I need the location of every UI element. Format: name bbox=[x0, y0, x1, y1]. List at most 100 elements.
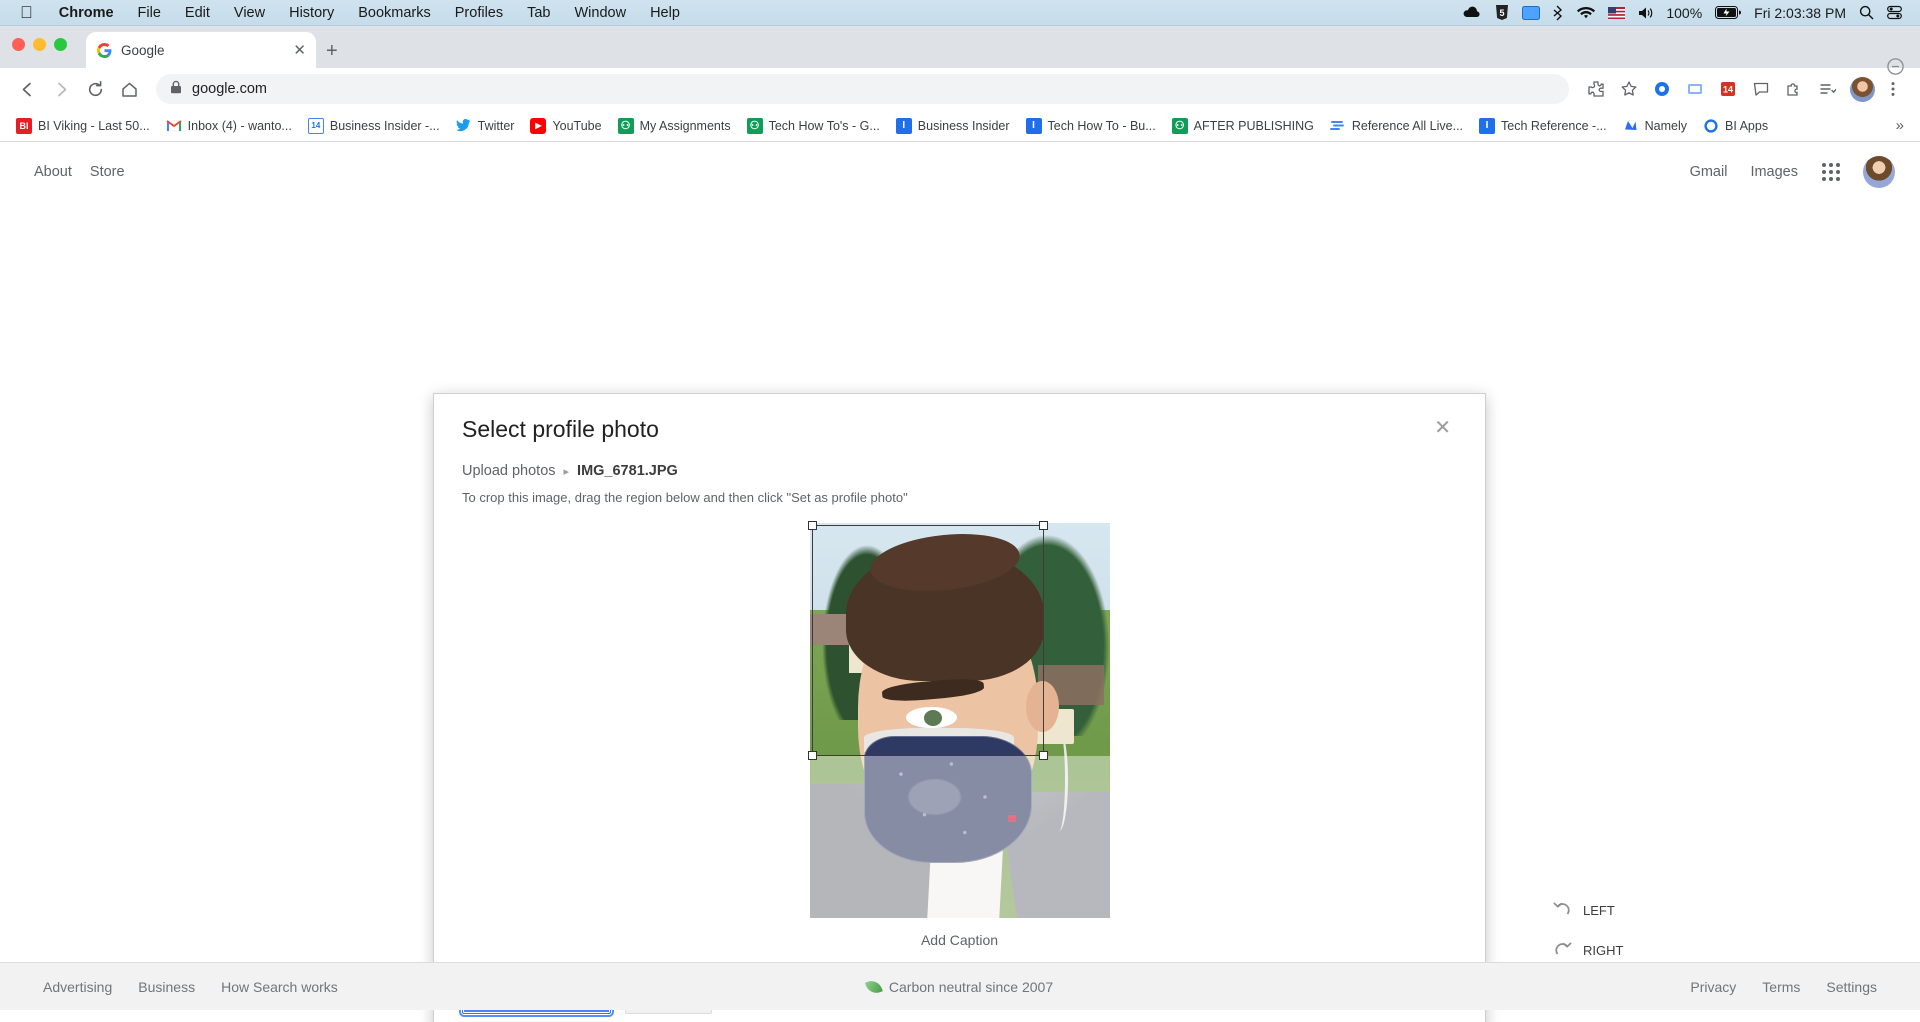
display-icon[interactable] bbox=[1522, 6, 1540, 20]
bookmark-business-insider-cal[interactable]: 14 Business Insider -... bbox=[300, 114, 448, 138]
select-profile-photo-dialog: Select profile photo ✕ Upload photos ▸ I… bbox=[433, 393, 1486, 1022]
reading-list-icon[interactable] bbox=[1812, 74, 1842, 104]
youtube-favicon: ▶ bbox=[530, 118, 546, 134]
menu-item-profiles[interactable]: Profiles bbox=[443, 5, 515, 21]
back-arrow-icon[interactable] bbox=[12, 74, 42, 104]
cloud-icon[interactable] bbox=[1462, 6, 1482, 20]
namely-favicon bbox=[1623, 118, 1639, 134]
bookmark-label: Reference All Live... bbox=[1352, 119, 1463, 133]
wifi-icon[interactable] bbox=[1577, 6, 1595, 20]
browser-tab-google[interactable]: Google ✕ bbox=[86, 32, 316, 68]
maximize-window-button[interactable] bbox=[54, 38, 67, 51]
footer-link-business[interactable]: Business bbox=[125, 979, 208, 995]
star-bookmark-icon[interactable] bbox=[1614, 74, 1644, 104]
address-bar[interactable]: google.com bbox=[156, 74, 1569, 104]
footer-link-terms[interactable]: Terms bbox=[1749, 979, 1813, 995]
calendar-favicon: 14 bbox=[308, 118, 324, 134]
forward-arrow-icon[interactable] bbox=[46, 74, 76, 104]
html5-icon[interactable]: 5 bbox=[1495, 5, 1509, 21]
bookmark-youtube[interactable]: ▶ YouTube bbox=[522, 114, 609, 138]
apple-icon[interactable]:  bbox=[20, 4, 33, 21]
crop-handle-top-right[interactable] bbox=[1039, 521, 1048, 530]
footer-link-how-search-works[interactable]: How Search works bbox=[208, 979, 351, 995]
close-icon[interactable]: ✕ bbox=[1428, 416, 1457, 440]
menu-item-edit[interactable]: Edit bbox=[173, 5, 222, 21]
bookmark-namely[interactable]: Namely bbox=[1615, 114, 1695, 138]
menu-item-bookmarks[interactable]: Bookmarks bbox=[346, 5, 443, 21]
chat-icon[interactable] bbox=[1746, 74, 1776, 104]
google-footer: Advertising Business How Search works Ca… bbox=[0, 962, 1920, 1010]
close-icon[interactable]: ✕ bbox=[293, 41, 306, 59]
add-caption-button[interactable]: Add Caption bbox=[462, 918, 1457, 966]
crop-handle-bottom-left[interactable] bbox=[808, 751, 817, 760]
screenshot-icon[interactable] bbox=[1680, 74, 1710, 104]
bookmark-reference-all-live[interactable]: Reference All Live... bbox=[1322, 114, 1471, 138]
tab-title: Google bbox=[121, 43, 284, 58]
reload-icon[interactable] bbox=[80, 74, 110, 104]
menu-item-file[interactable]: File bbox=[126, 5, 173, 21]
crop-handle-top-left[interactable] bbox=[808, 521, 817, 530]
bookmark-bi-apps[interactable]: BI Apps bbox=[1695, 114, 1776, 138]
photo-container bbox=[810, 523, 1110, 918]
bookmark-inbox[interactable]: Inbox (4) - wanto... bbox=[158, 114, 300, 138]
address-bar-url: google.com bbox=[192, 81, 267, 97]
battery-icon[interactable] bbox=[1715, 6, 1741, 19]
menu-item-help[interactable]: Help bbox=[638, 5, 692, 21]
page-title: Select profile photo bbox=[462, 416, 659, 443]
rotate-left-label: LEFT bbox=[1583, 903, 1615, 918]
search-lens-icon[interactable] bbox=[1647, 74, 1677, 104]
puzzle-icon[interactable] bbox=[1779, 74, 1809, 104]
reference-favicon bbox=[1330, 118, 1346, 134]
bookmark-label: Inbox (4) - wanto... bbox=[188, 119, 292, 133]
window-menu-icon[interactable] bbox=[1887, 58, 1904, 79]
bookmark-twitter[interactable]: Twitter bbox=[448, 114, 523, 138]
minimize-window-button[interactable] bbox=[33, 38, 46, 51]
footer-right-links: Privacy Terms Settings bbox=[1677, 979, 1890, 995]
profile-avatar[interactable] bbox=[1850, 77, 1875, 102]
bookmark-tech-reference[interactable]: I Tech Reference -... bbox=[1471, 114, 1615, 138]
bluetooth-icon[interactable] bbox=[1553, 5, 1564, 21]
flag-icon[interactable] bbox=[1608, 7, 1625, 19]
bookmark-tech-how-to-bu[interactable]: I Tech How To - Bu... bbox=[1018, 114, 1164, 138]
spotlight-search-icon[interactable] bbox=[1859, 5, 1874, 20]
tab-strip: Google ✕ + bbox=[0, 26, 1920, 68]
bookmark-label: BI Viking - Last 50... bbox=[38, 119, 150, 133]
breadcrumb-upload-photos[interactable]: Upload photos bbox=[462, 463, 556, 479]
bookmark-business-insider[interactable]: I Business Insider bbox=[888, 114, 1018, 138]
rotate-right-button[interactable]: RIGHT bbox=[1553, 941, 1623, 960]
biapps-favicon bbox=[1703, 118, 1719, 134]
crop-handle-bottom-right[interactable] bbox=[1039, 751, 1048, 760]
rotate-left-button[interactable]: LEFT bbox=[1553, 901, 1623, 920]
extension-puzzle-icon[interactable] bbox=[1581, 74, 1611, 104]
insider-favicon: I bbox=[896, 118, 912, 134]
close-window-button[interactable] bbox=[12, 38, 25, 51]
google-favicon bbox=[96, 42, 112, 58]
bookmark-my-assignments[interactable]: ⚇ My Assignments bbox=[610, 114, 739, 138]
control-center-icon[interactable] bbox=[1887, 5, 1902, 20]
footer-link-advertising[interactable]: Advertising bbox=[30, 979, 125, 995]
bookmarks-overflow-icon[interactable]: » bbox=[1888, 113, 1912, 138]
menu-item-window[interactable]: Window bbox=[563, 5, 639, 21]
breadcrumb-current-file: IMG_6781.JPG bbox=[577, 463, 678, 479]
rotate-left-icon bbox=[1553, 901, 1572, 920]
menu-item-chrome[interactable]: Chrome bbox=[47, 5, 126, 21]
bookmark-label: Tech How To's - G... bbox=[769, 119, 880, 133]
photo-mask-brand-tag bbox=[1008, 815, 1016, 822]
volume-icon[interactable] bbox=[1638, 6, 1653, 20]
bookmark-tech-how-tos[interactable]: ⚇ Tech How To's - G... bbox=[739, 114, 888, 138]
home-icon[interactable] bbox=[114, 74, 144, 104]
footer-link-privacy[interactable]: Privacy bbox=[1677, 979, 1749, 995]
window-traffic-lights[interactable] bbox=[12, 38, 67, 51]
menu-item-tab[interactable]: Tab bbox=[515, 5, 562, 21]
badge-icon[interactable]: 14 bbox=[1713, 74, 1743, 104]
menu-item-history[interactable]: History bbox=[277, 5, 346, 21]
insider-favicon: I bbox=[1479, 118, 1495, 134]
svg-text:5: 5 bbox=[1500, 8, 1505, 18]
footer-link-settings[interactable]: Settings bbox=[1813, 979, 1890, 995]
bookmark-after-publishing[interactable]: ⚇ AFTER PUBLISHING bbox=[1164, 114, 1322, 138]
crop-selection-region[interactable] bbox=[812, 525, 1044, 756]
plus-icon[interactable]: + bbox=[326, 41, 338, 61]
menu-bar-clock[interactable]: Fri 2:03:38 PM bbox=[1754, 5, 1846, 21]
menu-item-view[interactable]: View bbox=[222, 5, 277, 21]
bookmark-bi-viking[interactable]: BI BI Viking - Last 50... bbox=[8, 114, 158, 138]
